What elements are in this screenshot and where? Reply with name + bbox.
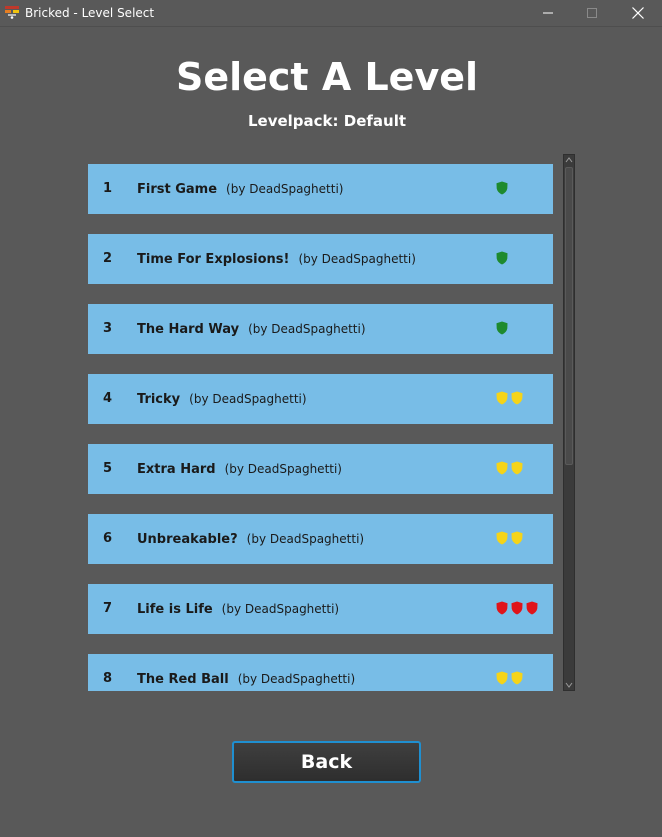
level-select-window: Bricked - Level Select Select A Level Le… xyxy=(0,0,662,837)
level-title: The Red Ball (by DeadSpaghetti) xyxy=(137,670,355,689)
level-title: First Game (by DeadSpaghetti) xyxy=(137,180,343,199)
level-author: (by DeadSpaghetti) xyxy=(224,462,342,476)
level-list-scrollbar[interactable] xyxy=(563,154,575,691)
level-row[interactable]: 7 Life is Life (by DeadSpaghetti) xyxy=(88,584,553,634)
shield-icon xyxy=(496,391,508,405)
level-number: 1 xyxy=(103,181,113,196)
level-title: Unbreakable? (by DeadSpaghetti) xyxy=(137,530,364,549)
level-title: Time For Explosions! (by DeadSpaghetti) xyxy=(137,250,416,269)
level-number: 5 xyxy=(103,461,113,476)
level-author: (by DeadSpaghetti) xyxy=(221,602,340,616)
level-name: First Game xyxy=(137,182,218,197)
level-title: Life is Life (by DeadSpaghetti) xyxy=(137,600,339,619)
shield-icon xyxy=(496,461,508,475)
scrollbar-thumb[interactable] xyxy=(565,167,573,465)
level-author: (by DeadSpaghetti) xyxy=(189,392,307,406)
shield-icon xyxy=(511,391,523,405)
difficulty-shields xyxy=(496,181,508,197)
shield-icon xyxy=(496,321,508,335)
shield-icon xyxy=(496,531,508,545)
level-list[interactable]: 1 First Game (by DeadSpaghetti) 2 Time Fo… xyxy=(88,164,554,691)
level-number: 4 xyxy=(103,391,113,406)
level-author: (by DeadSpaghetti) xyxy=(246,532,365,546)
level-author: (by DeadSpaghetti) xyxy=(298,252,416,266)
difficulty-shields xyxy=(496,531,523,547)
level-row[interactable]: 6 Unbreakable? (by DeadSpaghetti) xyxy=(88,514,553,564)
level-title: The Hard Way (by DeadSpaghetti) xyxy=(137,320,366,339)
shield-icon xyxy=(511,671,523,685)
level-name: Unbreakable? xyxy=(137,532,238,547)
level-name: The Hard Way xyxy=(137,322,240,337)
back-button[interactable]: Back xyxy=(232,741,421,783)
shield-icon xyxy=(496,601,508,615)
level-title: Tricky (by DeadSpaghetti) xyxy=(137,390,307,409)
difficulty-shields xyxy=(496,321,508,337)
bricked-app-icon xyxy=(5,6,19,19)
maximize-icon xyxy=(587,8,597,18)
page-title: Select A Level xyxy=(175,55,479,99)
level-row[interactable]: 5 Extra Hard (by DeadSpaghetti) xyxy=(88,444,553,494)
title-bar[interactable]: Bricked - Level Select xyxy=(0,0,662,27)
shield-icon xyxy=(511,531,523,545)
shield-icon xyxy=(511,601,523,615)
level-author: (by DeadSpaghetti) xyxy=(248,322,366,336)
close-icon xyxy=(632,7,644,19)
level-name: Life is Life xyxy=(137,602,213,617)
level-number: 3 xyxy=(103,321,113,336)
shield-icon xyxy=(511,461,523,475)
level-author: (by DeadSpaghetti) xyxy=(226,182,344,196)
level-row[interactable]: 3 The Hard Way (by DeadSpaghetti) xyxy=(88,304,553,354)
scroll-down-icon[interactable] xyxy=(565,681,573,689)
level-name: Tricky xyxy=(137,392,181,407)
level-name: Time For Explosions! xyxy=(137,252,290,267)
difficulty-shields xyxy=(496,391,523,407)
level-row[interactable]: 1 First Game (by DeadSpaghetti) xyxy=(88,164,553,214)
minimize-icon xyxy=(543,12,553,14)
level-author: (by DeadSpaghetti) xyxy=(237,672,356,686)
level-number: 6 xyxy=(103,531,113,546)
level-row[interactable]: 4 Tricky (by DeadSpaghetti) xyxy=(88,374,553,424)
level-number: 8 xyxy=(103,671,113,686)
shield-icon xyxy=(496,181,508,195)
difficulty-shields xyxy=(496,671,523,687)
shield-icon xyxy=(496,251,508,265)
minimize-button[interactable] xyxy=(525,0,571,26)
difficulty-shields xyxy=(496,461,523,477)
close-button[interactable] xyxy=(615,0,661,26)
difficulty-shields xyxy=(496,251,508,267)
scroll-up-icon[interactable] xyxy=(565,156,573,164)
level-name: The Red Ball xyxy=(137,672,229,687)
window-title: Bricked - Level Select xyxy=(25,6,155,20)
difficulty-shields xyxy=(496,601,538,617)
levelpack-label: Levelpack: Default xyxy=(247,112,407,130)
level-row[interactable]: 8 The Red Ball (by DeadSpaghetti) xyxy=(88,654,553,691)
shield-icon xyxy=(526,601,538,615)
shield-icon xyxy=(496,671,508,685)
level-title: Extra Hard (by DeadSpaghetti) xyxy=(137,460,342,479)
level-number: 2 xyxy=(103,251,113,266)
level-name: Extra Hard xyxy=(137,462,216,477)
level-row[interactable]: 2 Time For Explosions! (by DeadSpaghetti) xyxy=(88,234,553,284)
maximize-button xyxy=(569,0,615,26)
level-number: 7 xyxy=(103,601,113,616)
